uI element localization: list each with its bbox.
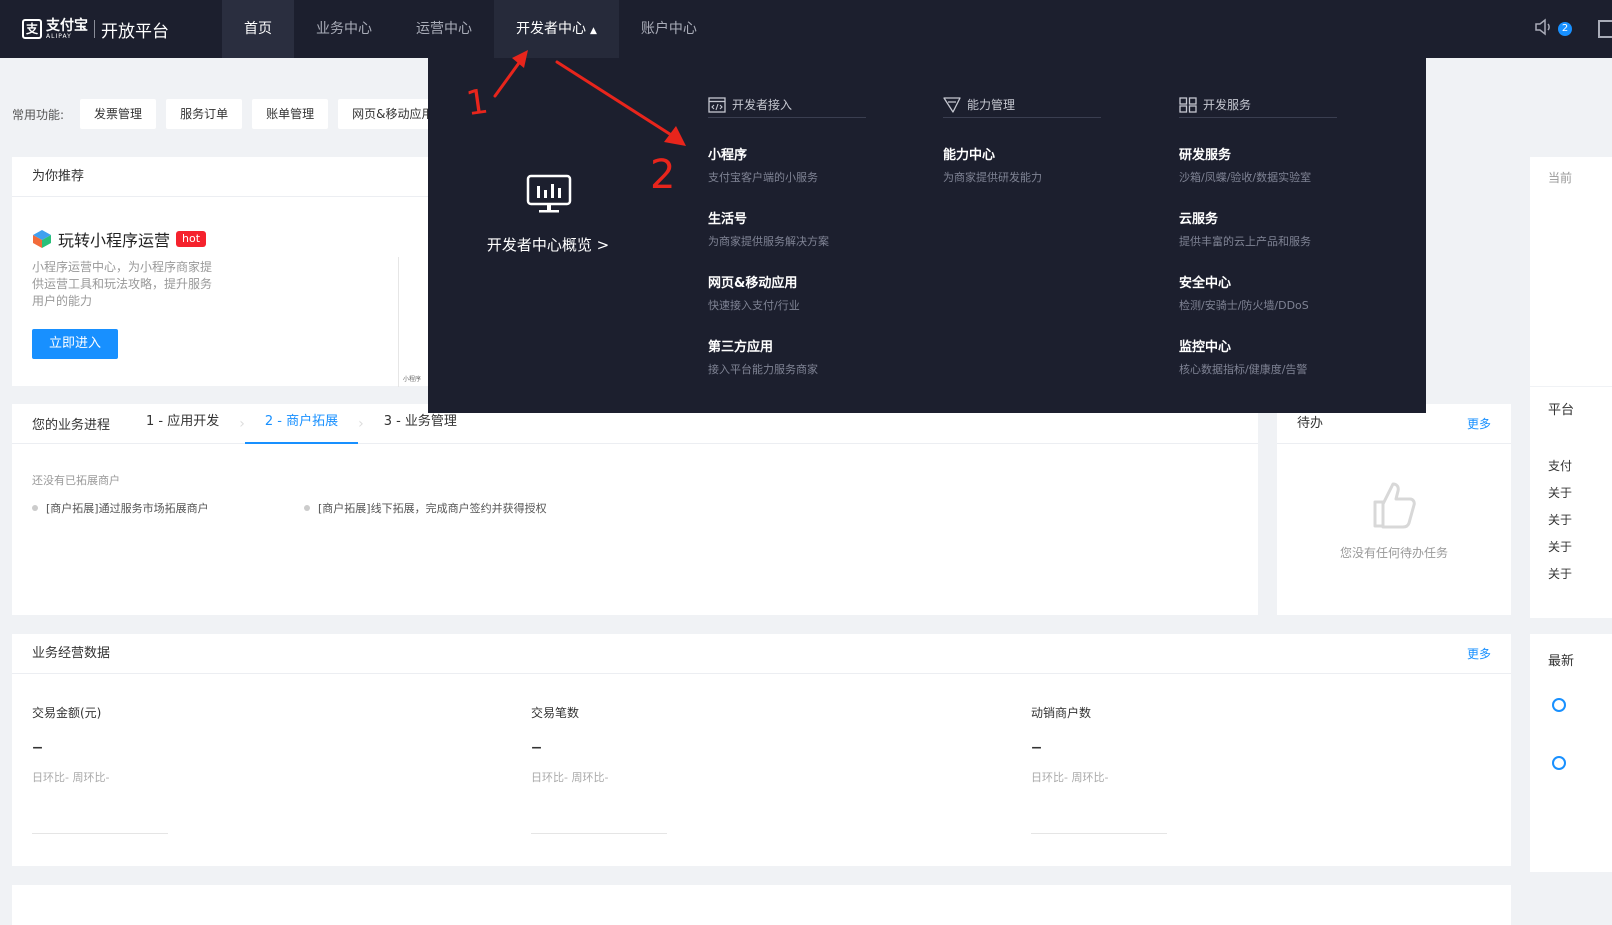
enter-now-button[interactable]: 立即进入: [32, 329, 118, 359]
nav-account-center[interactable]: 账户中心: [619, 0, 719, 58]
quick-service-order-button[interactable]: 服务订单: [166, 99, 243, 129]
developer-overview[interactable]: 开发者中心概览 >: [428, 58, 668, 413]
right-latest-card: 最新: [1530, 634, 1612, 872]
right-latest-label: 最新: [1548, 654, 1575, 669]
nav-developer-center-label: 开发者中心: [516, 21, 586, 37]
metric-merchants: 动销商户数 – 日环比- 周环比-: [1031, 704, 1331, 834]
nav-business-center[interactable]: 业务中心: [294, 0, 394, 58]
right-item[interactable]: 支付: [1548, 457, 1572, 474]
thumbs-up-icon: [1373, 482, 1416, 529]
metric-value: –: [1031, 735, 1042, 760]
dd-third-party-app[interactable]: 第三方应用 接入平台能力服务商家: [708, 336, 938, 377]
progress-link-offline[interactable]: [商户拓展]线下拓展，完成商户签约并获得授权: [304, 500, 547, 516]
metric-label: 动销商户数: [1031, 706, 1092, 720]
logo[interactable]: 支 支付宝 ALIPAY 开放平台: [0, 0, 222, 58]
notification-badge[interactable]: 2: [1558, 22, 1572, 36]
developer-center-dropdown: 开发者中心概览 > 开发者接入 小程序 支付宝客户端的小服务 生活号 为商家提供…: [428, 58, 1426, 413]
metric-comparison: 日环比- 周环比-: [531, 771, 609, 784]
right-item[interactable]: 关于: [1548, 565, 1572, 582]
dd-rd-services[interactable]: 研发服务 沙箱/凤蝶/验收/数据实验室: [1179, 144, 1409, 185]
bottom-card: [12, 885, 1511, 925]
metric-comparison: 日环比- 周环比-: [32, 771, 110, 784]
metric-value: –: [531, 735, 542, 760]
metric-comparison: 日环比- 周环比-: [1031, 771, 1109, 784]
right-current-card: 当前: [1530, 157, 1612, 386]
metric-divider: [1031, 833, 1167, 834]
alipay-logo-icon: 支: [22, 19, 42, 39]
progress-title: 您的业务进程: [32, 418, 111, 433]
logo-divider: [94, 20, 95, 38]
quick-functions: 常用功能: 发票管理 服务订单 账单管理 网页&移动应用: [12, 98, 457, 130]
metric-label: 交易金额(元): [32, 706, 102, 720]
dd-life-account[interactable]: 生活号 为商家提供服务解决方案: [708, 208, 938, 249]
col-capability-heading: 能力管理: [943, 92, 1101, 118]
mini-program-cube-icon: [33, 230, 51, 248]
hot-badge: hot: [176, 231, 207, 247]
dd-security-center[interactable]: 安全中心 检测/安骑士/防火墙/DDoS: [1179, 272, 1409, 313]
business-title: 业务经营数据: [12, 634, 1511, 674]
metric-divider: [32, 833, 168, 834]
step-app-dev[interactable]: 1 - 应用开发: [126, 404, 239, 444]
progress-card: 您的业务进程 1 - 应用开发 › 2 - 商户拓展 › 3 - 业务管理 还没…: [12, 404, 1258, 615]
progress-empty-text: 还没有已拓展商户: [32, 474, 120, 487]
grid-icon: [1179, 96, 1197, 113]
quick-bill-button[interactable]: 账单管理: [252, 99, 329, 129]
dd-cloud-services[interactable]: 云服务 提供丰富的云上产品和服务: [1179, 208, 1409, 249]
dd-mini-program[interactable]: 小程序 支付宝客户端的小服务: [708, 144, 938, 185]
phone-preview: 小程序: [398, 257, 428, 387]
nav-developer-center[interactable]: 开发者中心 ▲: [494, 0, 619, 58]
progress-link-market[interactable]: [商户拓展]通过服务市场拓展商户: [32, 500, 209, 516]
top-nav: 支 支付宝 ALIPAY 开放平台 首页 业务中心 运营中心 开发者中心 ▲ 账户…: [0, 0, 1612, 58]
metric-count: 交易笔数 – 日环比- 周环比-: [531, 704, 831, 834]
logo-sub: ALIPAY: [46, 32, 72, 40]
feature-title: 玩转小程序运营: [58, 231, 171, 250]
timeline-dot-icon: [1552, 756, 1566, 770]
metric-divider: [531, 833, 667, 834]
metric-label: 交易笔数: [531, 706, 580, 720]
right-platform-card: 平台 支付 关于 关于 关于 关于: [1530, 387, 1612, 618]
business-more-link[interactable]: 更多: [1467, 634, 1491, 674]
code-window-icon: [708, 96, 726, 113]
col-developer-access-heading: 开发者接入: [708, 92, 866, 118]
bullet-icon: [32, 505, 38, 511]
metric-amount: 交易金额(元) – 日环比- 周环比-: [32, 704, 332, 834]
quick-label: 常用功能:: [12, 107, 65, 122]
right-item[interactable]: 关于: [1548, 511, 1572, 528]
nav-home[interactable]: 首页: [222, 0, 294, 58]
right-current-label: 当前: [1548, 171, 1573, 185]
todo-empty-text: 您没有任何待办任务: [1339, 546, 1448, 560]
right-platform-label: 平台: [1548, 403, 1575, 418]
feature-desc: 小程序运营中心，为小程序商家提供运营工具和玩法攻略，提升服务用户的能力: [32, 260, 213, 308]
monitor-chart-icon: [526, 174, 572, 213]
funnel-icon: [943, 96, 961, 113]
timeline-dot-icon: [1552, 698, 1566, 712]
step-merchant-expansion[interactable]: 2 - 商户拓展: [244, 404, 359, 444]
bullet-icon: [304, 505, 310, 511]
dd-capability-center[interactable]: 能力中心 为商家提供研发能力: [943, 144, 1173, 185]
developer-overview-label: 开发者中心概览 >: [486, 236, 610, 254]
phone-caption: 小程序: [403, 376, 422, 383]
logo-brand: 支付宝: [46, 17, 88, 34]
logo-title: 开放平台: [101, 21, 169, 42]
speaker-icon[interactable]: [1534, 17, 1554, 41]
doc-icon[interactable]: [1598, 20, 1612, 38]
business-data-card: 业务经营数据 更多 交易金额(元) – 日环比- 周环比- 交易笔数 – 日环比…: [12, 634, 1511, 866]
dd-monitoring-center[interactable]: 监控中心 核心数据指标/健康度/告警: [1179, 336, 1409, 377]
right-item[interactable]: 关于: [1548, 484, 1572, 501]
todo-card: 待办 更多 您没有任何待办任务: [1277, 404, 1511, 615]
quick-invoice-button[interactable]: 发票管理: [80, 99, 157, 129]
todo-more-link[interactable]: 更多: [1467, 404, 1491, 444]
right-item[interactable]: 关于: [1548, 538, 1572, 555]
metric-value: –: [32, 735, 43, 760]
col-dev-services-heading: 开发服务: [1179, 92, 1337, 118]
dd-web-mobile-app[interactable]: 网页&移动应用 快速接入支付/行业: [708, 272, 938, 313]
caret-up-icon: ▲: [590, 26, 597, 36]
nav-operations-center[interactable]: 运营中心: [394, 0, 494, 58]
